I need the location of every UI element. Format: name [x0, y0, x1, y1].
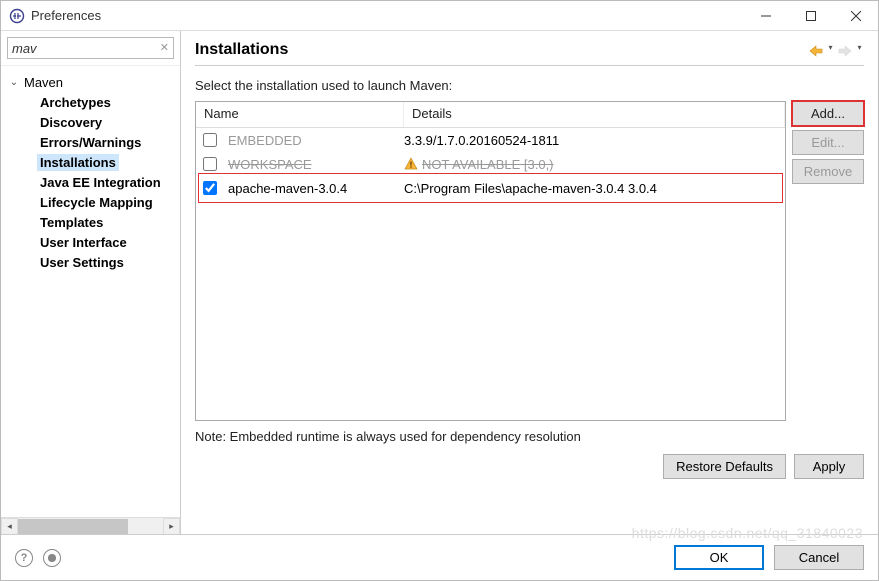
restore-defaults-button[interactable]: Restore Defaults — [663, 454, 786, 479]
edit-button[interactable]: Edit... — [792, 130, 864, 155]
row-details: 3.3.9/1.7.0.20160524-1811 — [404, 133, 785, 148]
nav-back-dropdown[interactable]: ▾ — [826, 43, 835, 59]
tree-item-label: Errors/Warnings — [37, 134, 144, 151]
tree-item-templates[interactable]: Templates — [7, 212, 178, 232]
filter-tree-pane: ✕ ⌄Maven Archetypes Discovery Errors/Warnin… — [1, 31, 181, 534]
clear-filter-icon[interactable]: ✕ — [160, 41, 169, 54]
tree-item-label: User Interface — [37, 234, 130, 251]
page-heading: Installations — [195, 41, 808, 59]
tree-item-label: Java EE Integration — [37, 174, 164, 191]
footer-note: Note: Embedded runtime is always used fo… — [195, 421, 864, 454]
table-row[interactable]: WORKSPACENOT AVAILABLE [3.0,) — [196, 152, 785, 176]
table-header: Name Details — [196, 102, 785, 128]
tree-parent-label: Maven — [21, 74, 66, 91]
help-icon[interactable]: ? — [15, 549, 33, 567]
row-details: NOT AVAILABLE [3.0,) — [404, 157, 785, 172]
scrollbar-thumb[interactable] — [18, 519, 128, 534]
filter-input[interactable] — [12, 41, 153, 56]
titlebar: Preferences — [1, 1, 878, 31]
row-details: C:\Program Files\apache-maven-3.0.4 3.0.… — [404, 181, 785, 196]
filter-input-wrap[interactable]: ✕ — [7, 37, 174, 59]
tree-item-java-ee-integration[interactable]: Java EE Integration — [7, 172, 178, 192]
row-name: WORKSPACE — [224, 157, 404, 172]
tree-item-label: Templates — [37, 214, 106, 231]
apply-button[interactable]: Apply — [794, 454, 864, 479]
ok-button[interactable]: OK — [674, 545, 764, 570]
remove-button[interactable]: Remove — [792, 159, 864, 184]
preference-tree[interactable]: ⌄Maven Archetypes Discovery Errors/Warnings… — [1, 66, 180, 517]
tree-item-label: Lifecycle Mapping — [37, 194, 156, 211]
tree-item-label: Archetypes — [37, 94, 114, 111]
tree-item-user-interface[interactable]: User Interface — [7, 232, 178, 252]
tree-item-lifecycle-mapping[interactable]: Lifecycle Mapping — [7, 192, 178, 212]
import-export-icon[interactable] — [43, 549, 61, 567]
app-icon — [9, 8, 25, 24]
tree-parent-maven[interactable]: ⌄Maven — [7, 72, 178, 92]
column-details[interactable]: Details — [404, 102, 785, 127]
tree-item-label: User Settings — [37, 254, 127, 271]
table-row[interactable]: apache-maven-3.0.4C:\Program Files\apach… — [196, 176, 785, 200]
scroll-right-arrow[interactable]: ▸ — [163, 518, 180, 535]
tree-item-errors-warnings[interactable]: Errors/Warnings — [7, 132, 178, 152]
minimize-button[interactable] — [743, 1, 788, 31]
tree-item-label: Installations — [37, 154, 119, 171]
row-checkbox[interactable] — [203, 157, 217, 171]
nav-forward-dropdown[interactable]: ▾ — [855, 43, 864, 59]
column-name[interactable]: Name — [196, 102, 404, 127]
tree-horizontal-scrollbar[interactable]: ◂ ▸ — [1, 517, 180, 534]
tree-item-discovery[interactable]: Discovery — [7, 112, 178, 132]
tree-item-installations[interactable]: Installations — [7, 152, 178, 172]
installations-table[interactable]: Name Details EMBEDDED3.3.9/1.7.0.2016052… — [195, 101, 786, 421]
row-checkbox[interactable] — [203, 181, 217, 195]
scroll-left-arrow[interactable]: ◂ — [1, 518, 18, 535]
row-name: apache-maven-3.0.4 — [224, 181, 404, 196]
tree-item-archetypes[interactable]: Archetypes — [7, 92, 178, 112]
nav-back-icon[interactable] — [808, 43, 824, 59]
table-row[interactable]: EMBEDDED3.3.9/1.7.0.20160524-1811 — [196, 128, 785, 152]
warning-icon — [404, 157, 418, 171]
page-description: Select the installation used to launch M… — [195, 66, 864, 101]
expand-icon[interactable]: ⌄ — [7, 77, 21, 88]
window-title: Preferences — [31, 8, 743, 23]
add-button[interactable]: Add... — [792, 101, 864, 126]
row-checkbox[interactable] — [203, 133, 217, 147]
cancel-button[interactable]: Cancel — [774, 545, 864, 570]
maximize-button[interactable] — [788, 1, 833, 31]
row-name: EMBEDDED — [224, 133, 404, 148]
nav-forward-icon[interactable] — [837, 43, 853, 59]
tree-item-label: Discovery — [37, 114, 105, 131]
close-button[interactable] — [833, 1, 878, 31]
tree-item-user-settings[interactable]: User Settings — [7, 252, 178, 272]
